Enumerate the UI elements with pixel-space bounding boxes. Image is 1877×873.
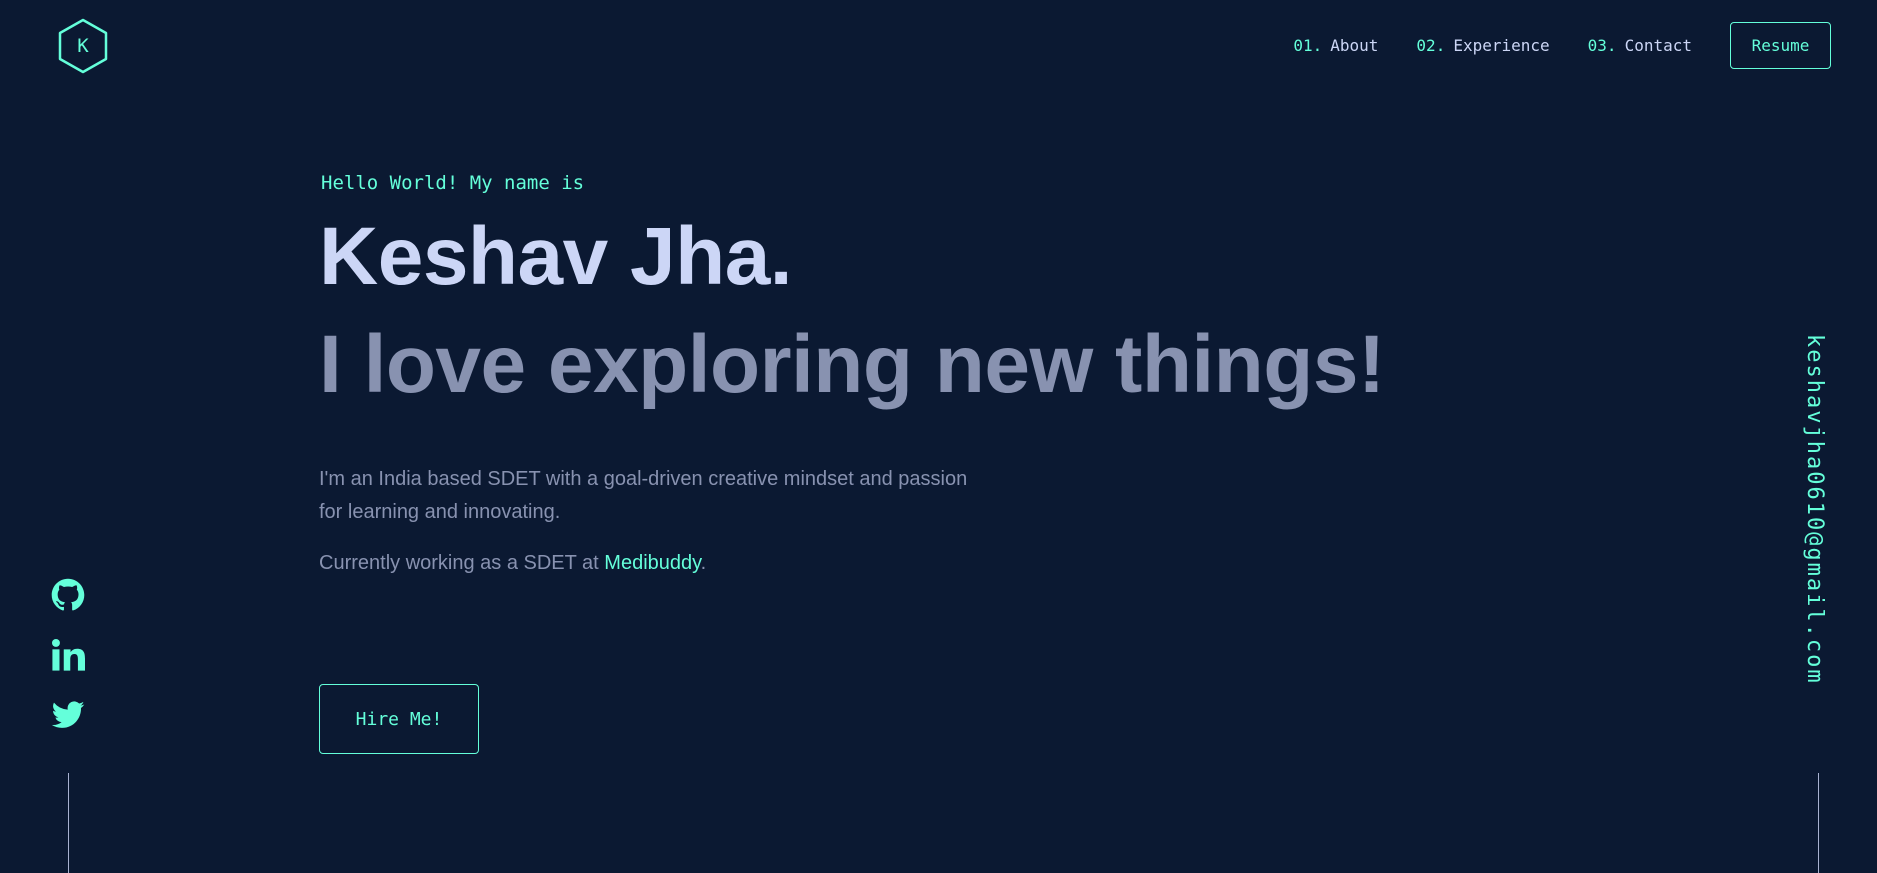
nav-item-experience[interactable]: 02. Experience — [1416, 36, 1549, 55]
hero-intro: I'm an India based SDET with a goal-driv… — [319, 468, 968, 523]
nav-item-label: Experience — [1453, 35, 1550, 55]
company-link[interactable]: Medibuddy — [604, 552, 700, 574]
hero-greeting: Hello World! My name is — [321, 172, 585, 194]
hero-name: Keshav Jha. — [319, 211, 793, 302]
twitter-icon[interactable] — [51, 698, 85, 732]
github-icon[interactable] — [51, 578, 85, 612]
current-role-suffix: . — [700, 552, 707, 574]
hero-tagline: I love exploring new things! — [319, 319, 1385, 410]
hero-current-role: Currently working as a SDET at Medibuddy… — [319, 547, 1519, 580]
nav-item-label: About — [1330, 35, 1379, 55]
current-role-prefix: Currently working as a SDET at — [319, 552, 605, 574]
linkedin-icon[interactable] — [51, 638, 85, 672]
hire-me-button[interactable]: Hire Me! — [319, 684, 479, 754]
main-nav: 01. About 02. Experience 03. Contact Res… — [1293, 21, 1831, 69]
nav-item-contact[interactable]: 03. Contact — [1588, 36, 1692, 55]
email-link[interactable]: keshavjha0610@gmail.com — [1802, 334, 1827, 685]
nav-item-label: Contact — [1624, 35, 1692, 55]
nav-item-number: 01. — [1293, 35, 1323, 55]
logo[interactable]: K — [57, 18, 109, 74]
logo-letter: K — [77, 35, 89, 57]
left-divider-line — [68, 773, 69, 873]
social-links — [51, 578, 87, 758]
right-divider-line — [1818, 773, 1819, 873]
nav-item-about[interactable]: 01. About — [1293, 36, 1378, 55]
nav-item-number: 03. — [1587, 35, 1617, 55]
resume-button[interactable]: Resume — [1730, 21, 1831, 69]
nav-item-number: 02. — [1416, 35, 1446, 55]
hero-section: Hello World! My name is Keshav Jha. I lo… — [319, 168, 1519, 754]
